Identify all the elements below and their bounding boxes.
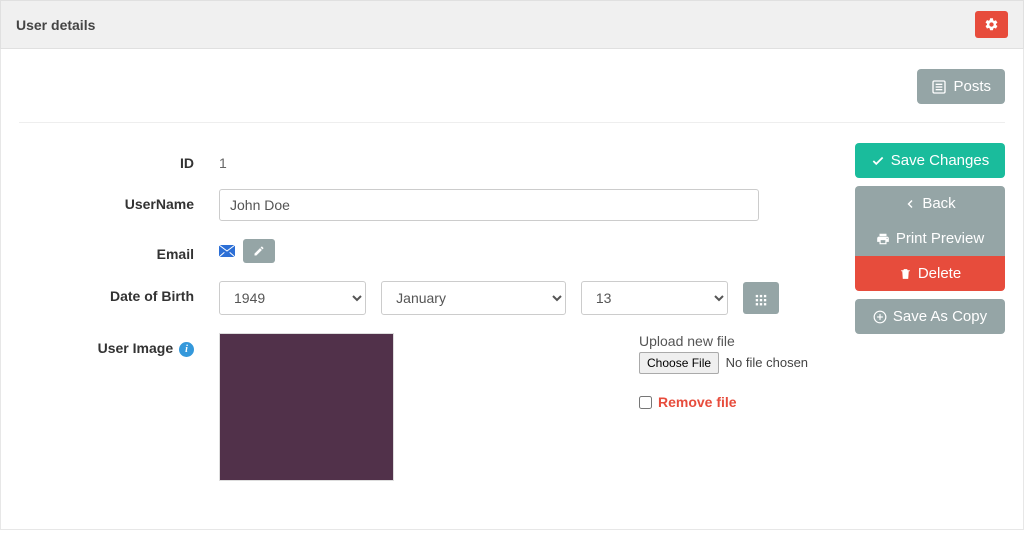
label-image: User Image i	[19, 333, 219, 357]
back-label: Back	[922, 195, 955, 212]
pencil-icon	[253, 245, 265, 257]
remove-file-label: Remove file	[658, 394, 737, 410]
page-title: User details	[16, 17, 95, 33]
print-icon	[876, 232, 890, 246]
posts-button[interactable]: Posts	[917, 69, 1005, 104]
settings-button[interactable]	[975, 11, 1008, 38]
save-label: Save Changes	[891, 152, 989, 169]
edit-email-button[interactable]	[243, 239, 275, 263]
label-id: ID	[19, 148, 219, 171]
print-preview-button[interactable]: Print Preview	[855, 221, 1005, 256]
user-image-preview	[219, 333, 394, 481]
panel-body: Posts ID 1 UserName Email	[0, 49, 1024, 530]
info-icon[interactable]: i	[179, 342, 194, 357]
plus-circle-icon	[873, 310, 887, 324]
value-id: 1	[219, 148, 835, 171]
label-dob: Date of Birth	[19, 281, 219, 304]
save-changes-button[interactable]: Save Changes	[855, 143, 1005, 178]
label-email: Email	[19, 239, 219, 262]
username-input[interactable]	[219, 189, 759, 221]
save-copy-label: Save As Copy	[893, 308, 987, 325]
mail-icon[interactable]	[219, 242, 235, 260]
delete-label: Delete	[918, 265, 961, 282]
print-label: Print Preview	[896, 230, 984, 247]
dob-day-select[interactable]: 13	[581, 281, 728, 315]
dob-month-select[interactable]: January	[381, 281, 566, 315]
chevron-left-icon	[904, 198, 916, 210]
action-group: Back Print Preview Delete	[855, 186, 1005, 291]
dob-year-select[interactable]: 1949	[219, 281, 366, 315]
file-status: No file chosen	[726, 355, 808, 370]
row-id: ID 1	[19, 148, 835, 171]
list-icon	[931, 79, 947, 95]
form-area: ID 1 UserName Email	[19, 123, 835, 499]
content-grid: ID 1 UserName Email	[19, 122, 1005, 499]
panel-header: User details	[0, 0, 1024, 49]
calendar-icon	[754, 292, 768, 306]
row-dob: Date of Birth 1949 January 13	[19, 281, 835, 315]
trash-icon	[899, 267, 912, 281]
posts-label: Posts	[953, 78, 991, 95]
label-username: UserName	[19, 189, 219, 212]
posts-row: Posts	[19, 49, 1005, 122]
action-column: Save Changes Back Print Preview Delete	[855, 123, 1005, 499]
calendar-button[interactable]	[743, 282, 779, 313]
row-username: UserName	[19, 189, 835, 221]
remove-file-checkbox[interactable]	[639, 396, 652, 409]
choose-file-button[interactable]: Choose File	[639, 352, 719, 374]
back-button[interactable]: Back	[855, 186, 1005, 221]
row-email: Email	[19, 239, 835, 263]
delete-button[interactable]: Delete	[855, 256, 1005, 291]
row-image: User Image i Upload new file Choose File…	[19, 333, 835, 481]
save-as-copy-button[interactable]: Save As Copy	[855, 299, 1005, 334]
check-icon	[871, 154, 885, 168]
upload-new-file-label: Upload new file	[639, 333, 819, 349]
gear-icon	[984, 17, 999, 32]
